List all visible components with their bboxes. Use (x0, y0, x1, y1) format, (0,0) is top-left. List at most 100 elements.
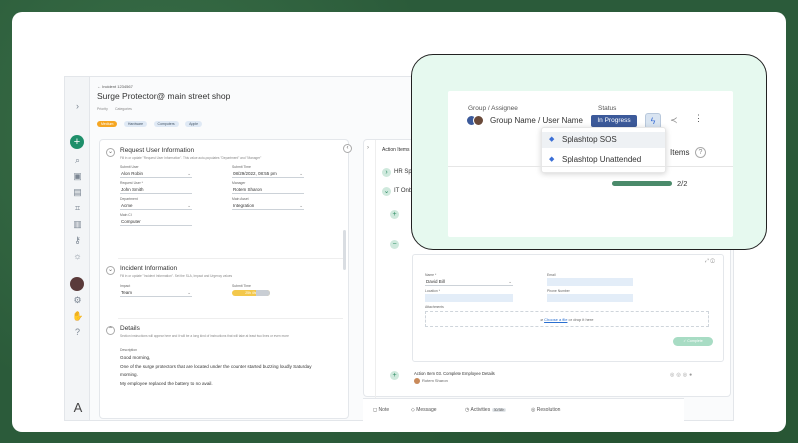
collapse-chevron-icon[interactable]: ⌃ (106, 326, 115, 335)
share-icon[interactable]: ≺ (670, 115, 678, 126)
category-chip[interactable]: Apple (185, 121, 203, 127)
department-select[interactable]: Acme ⌄ (120, 202, 192, 210)
manager-field[interactable]: Rotem Sharon (232, 186, 304, 194)
item-action-icons[interactable]: ◎◎◎● (670, 372, 694, 378)
progress-track (612, 181, 672, 186)
main-ci-input[interactable]: Computer (120, 218, 192, 226)
email-input[interactable] (547, 278, 633, 286)
location-input[interactable] (425, 294, 513, 302)
assignee-value[interactable]: Group Name / User Name (490, 116, 583, 125)
add-item-icon[interactable]: + (390, 371, 399, 380)
submit-time-label: Submit Time (232, 165, 251, 169)
key-icon[interactable]: ⚷ (72, 235, 83, 246)
request-user-input[interactable]: John Smith (120, 186, 192, 194)
add-item-icon[interactable]: + (390, 210, 399, 219)
incident-section-subtitle: Fill in or update "Incident Information"… (120, 274, 233, 278)
request-section-subtitle: Fill in or update "Request User Informat… (120, 156, 262, 160)
brand-logo: A (73, 400, 83, 415)
sla-progress-bar: 25h 4hr (232, 290, 270, 296)
user-avatar (473, 115, 484, 126)
reports-icon[interactable]: ▥ (72, 219, 83, 230)
panel-toggle[interactable]: › (364, 140, 376, 398)
category-chip[interactable]: Hardware (123, 121, 148, 127)
incident-section-title: Incident Information (120, 265, 178, 272)
collapse-panel-arrow-icon[interactable]: ‹ (343, 144, 352, 153)
user-avatar (414, 378, 420, 384)
hand-icon[interactable]: ✋ (72, 311, 83, 322)
resolution-tab[interactable]: ◎ Resolution (531, 407, 560, 413)
description-textarea[interactable]: Good morning, One of the surge protector… (120, 354, 340, 388)
items-tab[interactable]: Items (670, 148, 690, 157)
details-section-title: Details (120, 325, 140, 332)
action-item-3-user: Rotem Sharon (422, 378, 448, 383)
form-scrollbar[interactable] (343, 230, 346, 270)
group-assignee-label: Group / Assignee (468, 105, 518, 112)
main-ci-label: Main CI (120, 213, 132, 217)
help-icon[interactable]: ? (695, 147, 706, 158)
submit-time-picker[interactable]: 08/29/2022, 08:55 pm ⌄ (232, 170, 304, 178)
file-drop-zone[interactable]: ⌀ Choose a file or drop it here (425, 311, 709, 327)
expand-help-icons[interactable]: ⤢ ⓘ (705, 258, 715, 264)
collapse-chevron-icon[interactable]: ⌄ (106, 266, 115, 275)
activities-tab[interactable]: ◷ Activities 30/38h (465, 407, 507, 413)
location-label: Location * (425, 289, 441, 293)
status-label: Status (598, 105, 617, 112)
categories-label: Categories (115, 107, 132, 111)
collapse-chevron-icon[interactable]: ⌄ (106, 148, 115, 157)
request-section-title: Request User Information (120, 147, 195, 154)
attachments-label: Attachments (425, 305, 444, 309)
category-chip[interactable]: Computers (153, 121, 179, 127)
incident-submit-time-label: Submit Time (232, 284, 251, 288)
search-icon[interactable]: ⌕ (72, 155, 83, 166)
submit-user-select[interactable]: Alon Robin ⌄ (120, 170, 192, 178)
section-divider (118, 258, 343, 259)
splashtop-icon: ◆ (549, 136, 555, 143)
left-nav-rail: › + ⌕ ▣ ▤ ⌗ ▥ ⚷ ☼ ⚙ ✋ ? A (65, 77, 90, 420)
impact-label: Impact (120, 284, 131, 288)
zoom-callout: Group / Assignee Group Name / User Name … (411, 54, 767, 250)
activity-bar: ◻ Note ◇ Message ◷ Activities 30/38h ◎ R… (363, 398, 684, 422)
action-item-3-title[interactable]: Action Item 03. Complete Employee Detail… (414, 371, 495, 376)
create-new-button[interactable]: + (70, 135, 84, 149)
impact-select[interactable]: Team ⌄ (120, 289, 192, 297)
scanner-icon[interactable]: ⌗ (72, 203, 83, 214)
screenshot-card: › + ⌕ ▣ ▤ ⌗ ▥ ⚷ ☼ ⚙ ✋ ? A ← Incident 123… (12, 12, 786, 432)
menu-item-splashtop-sos[interactable]: ◆ Splashtop SOS (542, 132, 665, 148)
main-asset-select[interactable]: Integration ⌄ (232, 202, 304, 210)
incident-form-panel: ⌄ Request User Information Fill in or up… (99, 139, 349, 419)
name-select[interactable]: David Bill ⌄ (425, 278, 513, 286)
priority-chip[interactable]: Medium (97, 121, 118, 127)
phone-input[interactable] (547, 294, 633, 302)
message-tab[interactable]: ◇ Message (411, 407, 437, 413)
manager-label: Manager (232, 181, 246, 185)
status-button[interactable]: In Progress (591, 115, 637, 127)
splashtop-icon: ◆ (549, 156, 555, 163)
assets-icon[interactable]: ▤ (72, 187, 83, 198)
expand-hr-icon[interactable]: › (382, 168, 391, 177)
help-icon[interactable]: ? (72, 327, 83, 338)
complete-button[interactable]: ✓ Complete (673, 337, 713, 346)
department-label: Department (120, 197, 138, 201)
phone-label: Phone Number (547, 289, 570, 293)
priority-label: Priority (97, 107, 108, 111)
action-item-form: ⤢ ⓘ Name * David Bill ⌄ Email Location * … (412, 254, 724, 362)
expand-arrow-icon[interactable]: › (72, 101, 83, 112)
bulb-icon[interactable]: ☼ (72, 251, 83, 262)
user-avatar[interactable] (70, 277, 84, 291)
main-asset-label: Main Asset (232, 197, 249, 201)
note-tab[interactable]: ◻ Note (373, 407, 389, 413)
request-user-label: Request User * (120, 181, 143, 185)
remove-item-icon[interactable]: − (390, 240, 399, 249)
progress-count: 2/2 (677, 179, 688, 188)
tickets-icon[interactable]: ▣ (72, 171, 83, 182)
submit-user-label: Submit User (120, 165, 139, 169)
expand-it-icon[interactable]: ⌄ (382, 187, 391, 196)
more-options-icon[interactable]: ⋮ (694, 113, 703, 124)
description-label: Description (120, 348, 137, 352)
divider (448, 166, 733, 167)
hr-group-label[interactable]: HR Sp (394, 169, 412, 175)
settings-gear-icon[interactable]: ⚙ (72, 295, 83, 306)
tab-action-items[interactable]: Action Items (382, 147, 410, 153)
name-label: Name * (425, 273, 437, 277)
email-label: Email (547, 273, 556, 277)
